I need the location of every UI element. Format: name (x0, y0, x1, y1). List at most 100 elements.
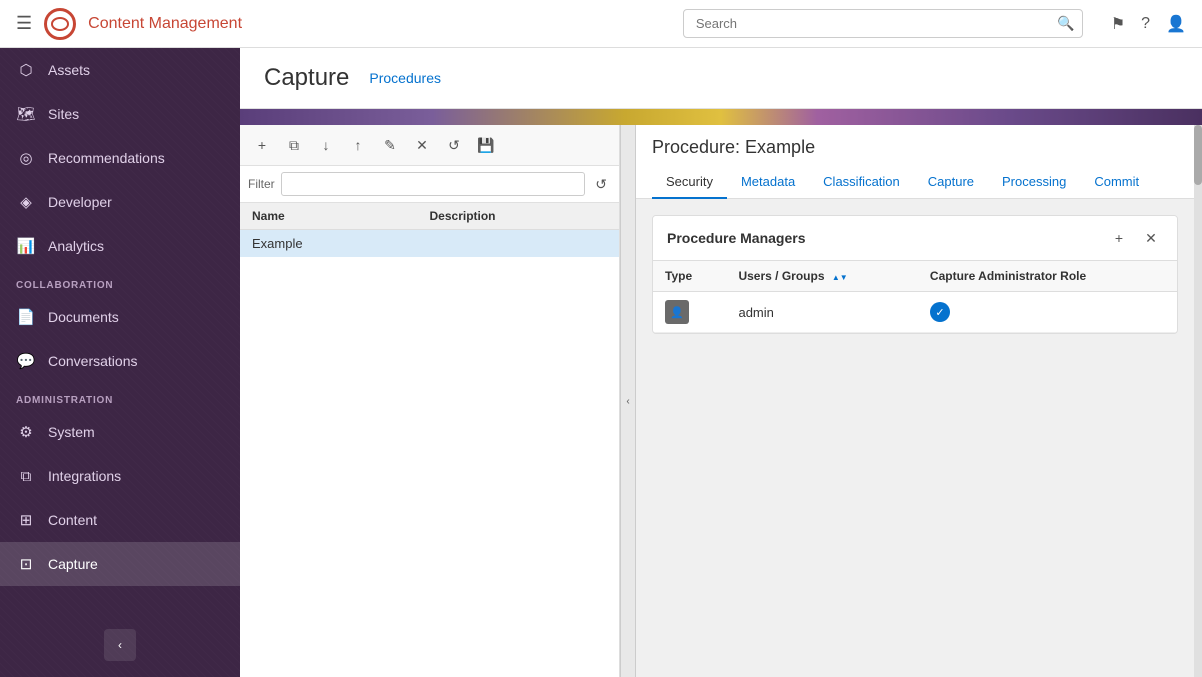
sidebar-item-conversations[interactable]: 💬 Conversations (0, 339, 240, 383)
section-title: Procedure Managers (667, 230, 806, 246)
analytics-icon: 📊 (16, 236, 36, 256)
search-bar: 🔍 (683, 9, 1083, 38)
tab-processing[interactable]: Processing (988, 166, 1080, 199)
hamburger-icon[interactable]: ☰ (16, 13, 32, 34)
sidebar-item-documents[interactable]: 📄 Documents (0, 295, 240, 339)
sidebar-item-system[interactable]: ⚙ System (0, 410, 240, 454)
procedure-managers-card: Procedure Managers + ✕ Type (652, 215, 1178, 334)
capture-icon: ⊡ (16, 554, 36, 574)
restore-button[interactable]: ↺ (440, 131, 468, 159)
sidebar-item-label-system: System (48, 424, 95, 440)
sidebar-collapse-button[interactable]: ‹ (104, 629, 136, 661)
procedure-panel: + ⧉ ↓ ↑ ✎ ✕ ↺ 💾 Filter ↺ Name (240, 125, 620, 677)
oracle-logo (44, 8, 76, 40)
avatar: 👤 (665, 300, 689, 324)
assets-icon: ⬡ (16, 60, 36, 80)
sidebar-item-recommendations[interactable]: ◎ Recommendations (0, 136, 240, 180)
tab-metadata[interactable]: Metadata (727, 166, 809, 199)
sidebar-bottom: ‹ (0, 613, 240, 677)
sidebar-item-analytics[interactable]: 📊 Analytics (0, 224, 240, 268)
collaboration-section-label: COLLABORATION (0, 268, 240, 295)
app-title: Content Management (88, 15, 242, 33)
tab-security[interactable]: Security (652, 166, 727, 199)
detail-scrollbar[interactable] (1194, 125, 1202, 677)
layout: ⬡ Assets 🗺 Sites ◎ Recommendations ◈ Dev… (0, 48, 1202, 677)
col-name-header: Name (252, 209, 430, 223)
detail-panel: Procedure: Example Security Metadata Cla… (636, 125, 1194, 677)
delete-button[interactable]: ✕ (408, 131, 436, 159)
administration-section-label: ADMINISTRATION (0, 383, 240, 410)
sidebar-item-developer[interactable]: ◈ Developer (0, 180, 240, 224)
role-cell: ✓ (918, 292, 1177, 333)
table-row[interactable]: Example (240, 230, 619, 257)
user-icon[interactable]: 👤 (1166, 14, 1186, 34)
add-manager-button[interactable]: + (1107, 226, 1131, 250)
sidebar-item-sites[interactable]: 🗺 Sites (0, 92, 240, 136)
sort-arrows-icon[interactable]: ▲▼ (832, 273, 848, 282)
oracle-logo-inner (51, 17, 69, 31)
filter-row: Filter ↺ (240, 166, 619, 203)
collapse-icon: ‹ (118, 638, 122, 652)
item-name: Example (252, 236, 430, 251)
check-badge: ✓ (930, 302, 950, 322)
tab-commit[interactable]: Commit (1080, 166, 1153, 199)
banner (240, 109, 1202, 125)
list-header: Name Description (240, 203, 619, 230)
col-type-header: Type (653, 261, 726, 292)
sidebar-item-label-integrations: Integrations (48, 468, 121, 484)
toolbar: + ⧉ ↓ ↑ ✎ ✕ ↺ 💾 (240, 125, 619, 166)
panel-toggle-button[interactable]: ‹ (620, 125, 636, 677)
help-icon[interactable]: ? (1141, 15, 1150, 33)
filter-label: Filter (248, 177, 275, 191)
col-role-header: Capture Administrator Role (918, 261, 1177, 292)
detail-tabs: Security Metadata Classification Capture… (652, 166, 1178, 198)
scrollbar-thumb[interactable] (1194, 125, 1202, 185)
copy-button[interactable]: ⧉ (280, 131, 308, 159)
sidebar-item-content[interactable]: ⊞ Content (0, 498, 240, 542)
type-cell: 👤 (653, 292, 726, 333)
page-title: Capture (264, 64, 349, 92)
sidebar: ⬡ Assets 🗺 Sites ◎ Recommendations ◈ Dev… (0, 48, 240, 677)
sidebar-item-integrations[interactable]: ⧉ Integrations (0, 454, 240, 498)
edit-button[interactable]: ✎ (376, 131, 404, 159)
sidebar-item-assets[interactable]: ⬡ Assets (0, 48, 240, 92)
flag-icon[interactable]: ⚑ (1111, 14, 1125, 34)
upload-button[interactable]: ↑ (344, 131, 372, 159)
tab-capture[interactable]: Capture (914, 166, 988, 199)
detail-content: Procedure Managers + ✕ Type (636, 199, 1194, 677)
sidebar-item-label-recommendations: Recommendations (48, 150, 165, 166)
breadcrumb-link[interactable]: Procedures (369, 70, 441, 86)
content-icon: ⊞ (16, 510, 36, 530)
detail-title: Procedure: Example (652, 137, 1178, 158)
sidebar-item-label-content: Content (48, 512, 97, 528)
sidebar-item-label-developer: Developer (48, 194, 112, 210)
add-button[interactable]: + (248, 131, 276, 159)
documents-icon: 📄 (16, 307, 36, 327)
tab-classification[interactable]: Classification (809, 166, 914, 199)
close-manager-button[interactable]: ✕ (1139, 226, 1163, 250)
save-button[interactable]: 💾 (472, 131, 500, 159)
sidebar-item-label-assets: Assets (48, 62, 90, 78)
content-body: + ⧉ ↓ ↑ ✎ ✕ ↺ 💾 Filter ↺ Name (240, 125, 1202, 677)
sidebar-item-label-capture: Capture (48, 556, 98, 572)
developer-icon: ◈ (16, 192, 36, 212)
download-button[interactable]: ↓ (312, 131, 340, 159)
search-icon[interactable]: 🔍 (1057, 15, 1074, 32)
page-header: Capture Procedures (240, 48, 1202, 109)
main-content: Capture Procedures + ⧉ ↓ ↑ ✎ ✕ ↺ 💾 (240, 48, 1202, 677)
table-row: 👤 admin ✓ (653, 292, 1177, 333)
sidebar-item-label-documents: Documents (48, 309, 119, 325)
user-name-cell: admin (726, 292, 917, 333)
sidebar-item-label-sites: Sites (48, 106, 79, 122)
sidebar-item-label-analytics: Analytics (48, 238, 104, 254)
refresh-button[interactable]: ↺ (591, 174, 611, 195)
col-desc-header: Description (430, 209, 608, 223)
sidebar-item-capture[interactable]: ⊡ Capture (0, 542, 240, 586)
sidebar-item-label-conversations: Conversations (48, 353, 138, 369)
nav-icons: ⚑ ? 👤 (1111, 14, 1186, 34)
filter-input[interactable] (281, 172, 586, 196)
section-header-actions: + ✕ (1107, 226, 1163, 250)
managers-table: Type Users / Groups ▲▼ Capture Administr… (653, 261, 1177, 333)
search-input[interactable] (683, 9, 1083, 38)
user-icon-cell: 👤 (665, 300, 714, 324)
